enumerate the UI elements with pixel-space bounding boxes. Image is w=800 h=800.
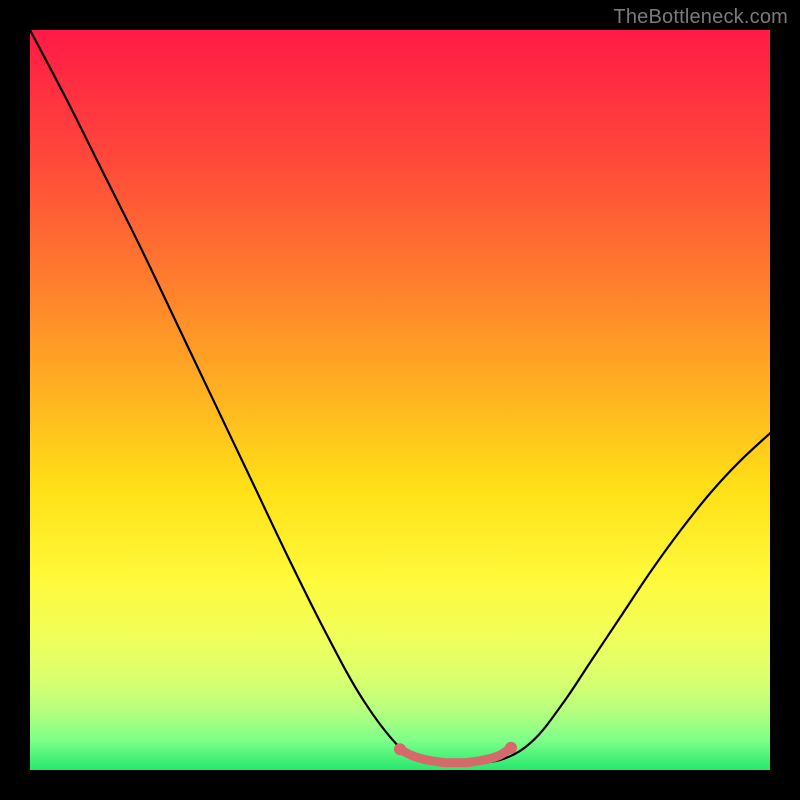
- bottleneck-curve: [30, 30, 770, 763]
- chart-plot-area: [30, 30, 770, 770]
- chart-svg: [30, 30, 770, 770]
- watermark-text: TheBottleneck.com: [613, 6, 788, 29]
- marker-dot: [505, 742, 517, 754]
- min-region-markers: [400, 748, 511, 763]
- marker-dot: [394, 743, 406, 755]
- chart-frame: TheBottleneck.com: [0, 0, 800, 800]
